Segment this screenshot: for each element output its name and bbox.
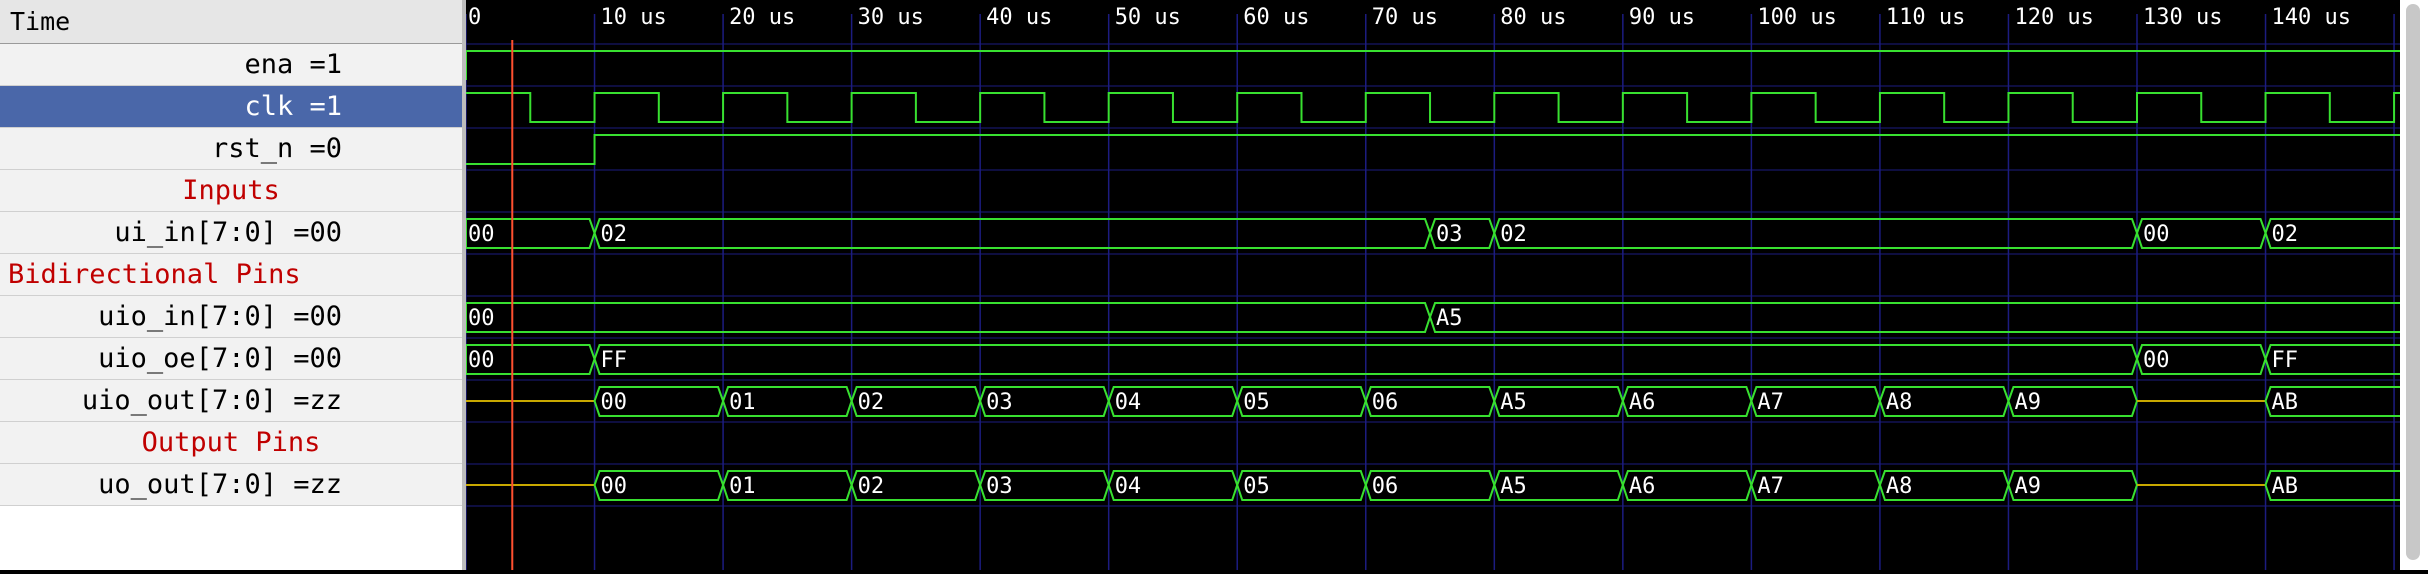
timeline-tick-label: 0 xyxy=(468,5,481,30)
uio_out-bus-value: A9 xyxy=(2014,390,2041,415)
signal-label: rst_n =0 xyxy=(211,133,342,164)
signal-row[interactable]: uio_in[7:0] =00 xyxy=(0,296,462,338)
uio_out-bus-value: 00 xyxy=(601,390,628,415)
uio_in-bus-segment xyxy=(465,302,1432,333)
ui_in-bus-value: 00 xyxy=(468,222,495,247)
time-header-label: Time xyxy=(10,7,71,36)
timeline-tick-label: 50 us xyxy=(1115,5,1181,30)
timeline-tick-label: 140 us xyxy=(2272,5,2351,30)
signal-label: ui_in[7:0] =00 xyxy=(114,217,342,248)
uio_out-bus-value: 06 xyxy=(1372,390,1399,415)
signal-row[interactable]: ena =1 xyxy=(0,44,462,86)
uio_out-bus-value: AB xyxy=(2272,390,2299,415)
clk-waveform xyxy=(466,92,2420,123)
signal-row[interactable]: ui_in[7:0] =00 xyxy=(0,212,462,254)
uio_out-bus-value: A5 xyxy=(1500,390,1527,415)
uio_out-bus-value: 04 xyxy=(1115,390,1142,415)
uio_oe-bus-value: FF xyxy=(2272,348,2299,373)
waveform-pane[interactable]: 0 10 us 20 us 30 us 40 us 50 us 60 us 70 us 80 u… xyxy=(465,0,2428,570)
timeline-tick-label: 60 us xyxy=(1243,5,1309,30)
rst_n-waveform xyxy=(466,134,2420,165)
signal-label: uio_in[7:0] =00 xyxy=(98,301,342,332)
uio_in-bus-value: A5 xyxy=(1436,306,1463,331)
uio_out-bus-value: 01 xyxy=(729,390,756,415)
signal-row[interactable]: Inputs xyxy=(0,170,462,212)
uio_out-bus-value: A7 xyxy=(1757,390,1784,415)
uo_out-bus-value: 06 xyxy=(1372,474,1399,499)
uio_out-bus-value: 03 xyxy=(986,390,1013,415)
timeline-tick-label: 40 us xyxy=(986,5,1052,30)
ui_in-bus-value: 00 xyxy=(2143,222,2170,247)
ui_in-bus-segment xyxy=(593,218,1432,249)
uo_out-bus-value: A6 xyxy=(1629,474,1656,499)
signal-row[interactable]: uo_out[7:0] =zz xyxy=(0,464,462,506)
signal-label: uo_out[7:0] =zz xyxy=(98,469,342,500)
signal-row[interactable]: Bidirectional Pins xyxy=(0,254,462,296)
signal-name-pane: Time ena =1 clk =1 rst_n =0 Inputs ui_in[7:0… xyxy=(0,0,462,570)
signal-row[interactable]: uio_oe[7:0] =00 xyxy=(0,338,462,380)
signal-list-empty xyxy=(0,506,462,570)
uo_out-bus-value: 05 xyxy=(1243,474,1270,499)
uio_out-bus-value: A8 xyxy=(1886,390,1913,415)
timeline-tick-label: 20 us xyxy=(729,5,795,30)
ui_in-bus-value: 03 xyxy=(1436,222,1463,247)
timeline-tick-label: 80 us xyxy=(1500,5,1566,30)
ui_in-bus-value: 02 xyxy=(2272,222,2299,247)
signal-row[interactable]: uio_out[7:0] =zz xyxy=(0,380,462,422)
uio_out-bus-value: 02 xyxy=(858,390,885,415)
uo_out-bus-value: A8 xyxy=(1886,474,1913,499)
time-header: Time xyxy=(0,0,462,44)
group-label: Output Pins xyxy=(141,427,321,458)
timeline-tick-label: 110 us xyxy=(1886,5,1965,30)
uo_out-bus-value: A5 xyxy=(1500,474,1527,499)
uo_out-bus-value: 04 xyxy=(1115,474,1142,499)
signal-row[interactable]: rst_n =0 xyxy=(0,128,462,170)
uo_out-bus-value: 01 xyxy=(729,474,756,499)
ena-waveform xyxy=(465,50,2420,80)
timeline-tick-label: 70 us xyxy=(1372,5,1438,30)
ui_in-bus-segment xyxy=(1493,218,2139,249)
ui_in-bus-value: 02 xyxy=(1500,222,1527,247)
signal-label: ena =1 xyxy=(244,49,342,80)
uo_out-bus-value: A7 xyxy=(1757,474,1784,499)
uio_oe-bus-value: FF xyxy=(601,348,628,373)
uio_oe-bus-value: 00 xyxy=(2143,348,2170,373)
timeline-tick-label: 90 us xyxy=(1629,5,1695,30)
uo_out-bus-value: 02 xyxy=(858,474,885,499)
timeline-tick-label: 120 us xyxy=(2014,5,2093,30)
ui_in-bus-value: 02 xyxy=(601,222,628,247)
signal-label: uio_out[7:0] =zz xyxy=(81,385,342,416)
uo_out-bus-value: 03 xyxy=(986,474,1013,499)
waveform-canvas[interactable]: 0 10 us 20 us 30 us 40 us 50 us 60 us 70 us 80 u… xyxy=(465,0,2428,570)
uio_oe-bus-value: 00 xyxy=(468,348,495,373)
timeline-tick-label: 130 us xyxy=(2143,5,2222,30)
uio_in-bus-value: 00 xyxy=(468,306,495,331)
timeline-tick-label: 10 us xyxy=(601,5,667,30)
uo_out-bus-value: A9 xyxy=(2014,474,2041,499)
uio_out-bus-value: 05 xyxy=(1243,390,1270,415)
signal-row[interactable]: clk =1 xyxy=(0,86,462,128)
vertical-scrollbar[interactable] xyxy=(2400,0,2428,570)
timeline-tick-label: 30 us xyxy=(858,5,924,30)
timeline-tick-label: 100 us xyxy=(1757,5,1836,30)
uio_in-bus-segment xyxy=(1428,302,2421,333)
signal-label: clk =1 xyxy=(244,91,342,122)
signal-row[interactable]: Output Pins xyxy=(0,422,462,464)
uio_out-bus-value: A6 xyxy=(1629,390,1656,415)
signal-label: uio_oe[7:0] =00 xyxy=(98,343,342,374)
group-label: Inputs xyxy=(182,175,280,206)
uo_out-bus-value: AB xyxy=(2272,474,2299,499)
group-label: Bidirectional Pins xyxy=(8,259,301,290)
scrollbar-thumb[interactable] xyxy=(2406,4,2420,560)
uo_out-bus-value: 00 xyxy=(601,474,628,499)
